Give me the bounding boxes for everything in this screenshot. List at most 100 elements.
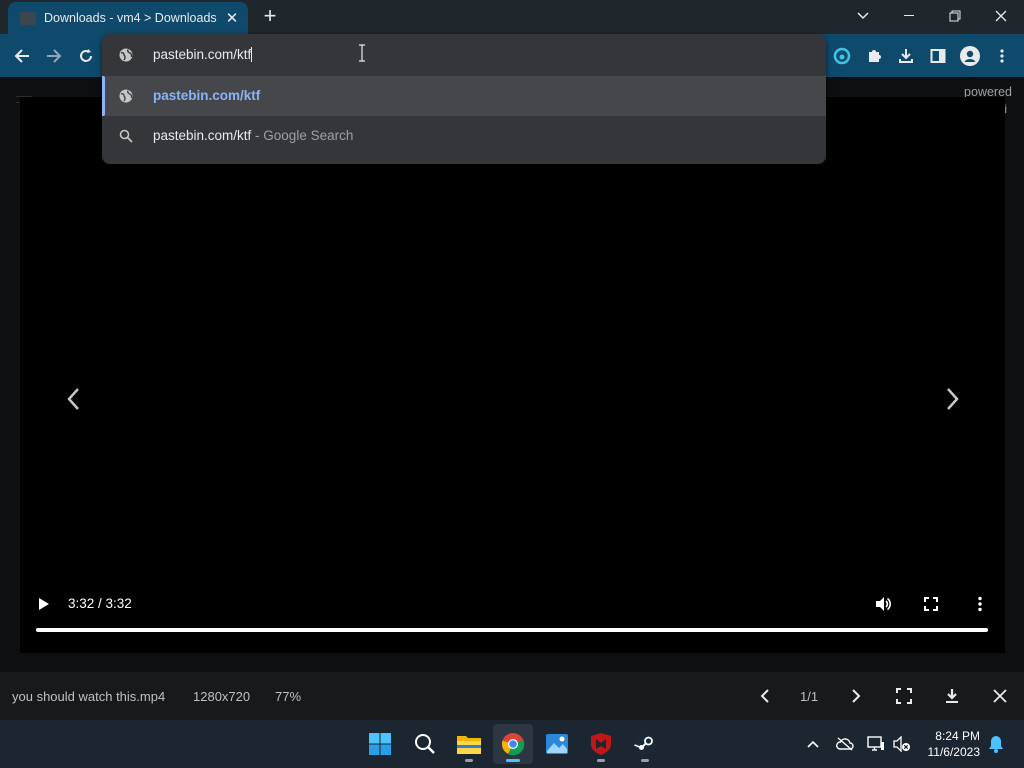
show-hidden-icons-button[interactable] — [803, 734, 823, 754]
omnibox-dropdown: pastebin.com/ktf pastebin.com/ktf pasteb… — [102, 34, 826, 164]
forward-button[interactable] — [40, 42, 68, 70]
back-button[interactable] — [8, 42, 36, 70]
next-arrow-icon[interactable] — [940, 385, 964, 413]
video-more-icon[interactable] — [977, 596, 983, 612]
globe-icon — [119, 48, 133, 62]
steam-button[interactable] — [625, 724, 665, 764]
arrow-left-icon — [14, 49, 29, 63]
steam-icon — [634, 733, 656, 755]
reload-icon — [80, 49, 92, 62]
suggestion-item[interactable]: pastebin.com/ktf - Google Search — [102, 116, 826, 156]
clock-time: 8:24 PM — [935, 729, 980, 743]
mcafee-button[interactable] — [581, 724, 621, 764]
running-indicator — [641, 759, 649, 762]
tab-title: Downloads - vm4 > Downloads — [44, 11, 217, 25]
browser-tab[interactable]: Downloads - vm4 > Downloads ✕ — [8, 2, 248, 34]
chevron-left-icon — [760, 689, 769, 703]
volume-icon[interactable] — [874, 595, 892, 613]
network-status[interactable] — [866, 734, 886, 754]
onedrive-status[interactable] — [835, 734, 855, 754]
close-icon — [993, 689, 1007, 703]
suggestion-item[interactable]: pastebin.com/ktf — [102, 76, 826, 116]
profile-button[interactable] — [956, 42, 984, 70]
suggestion-query: pastebin.com/ktf — [153, 128, 252, 143]
chevron-right-icon — [852, 689, 861, 703]
clock-date: 11/6/2023 — [927, 745, 981, 759]
selection-indicator — [102, 76, 105, 116]
globe-icon — [119, 89, 133, 103]
minimize-button[interactable] — [886, 0, 932, 32]
chevron-down-icon — [857, 12, 869, 20]
tab-close-icon[interactable]: ✕ — [222, 8, 242, 28]
photos-button[interactable] — [537, 724, 577, 764]
expand-button[interactable] — [892, 684, 916, 708]
folder-icon — [457, 736, 481, 754]
search-icon — [415, 734, 435, 754]
address-input-text: pastebin.com/ktf — [153, 47, 252, 62]
restore-button[interactable] — [932, 0, 978, 32]
bell-icon — [989, 736, 1003, 753]
chevron-up-icon — [807, 740, 819, 748]
taskbar: 8:24 PM 11/6/2023 — [0, 720, 1024, 768]
new-tab-button[interactable]: + — [258, 5, 282, 28]
file-name: you should watch this.mp4 — [12, 689, 166, 704]
active-indicator — [506, 759, 520, 762]
play-icon[interactable] — [37, 597, 51, 611]
address-bar[interactable]: pastebin.com/ktf — [102, 34, 826, 76]
running-indicator — [597, 759, 605, 762]
volume-muted-icon — [893, 736, 910, 752]
more-vert-icon — [1000, 49, 1004, 63]
download-icon — [946, 689, 958, 703]
address-input[interactable]: pastebin.com/ktf — [153, 47, 253, 62]
suggestion-description: - Google Search — [251, 128, 354, 143]
close-icon — [995, 10, 1007, 22]
chrome-button[interactable] — [493, 724, 533, 764]
video-player[interactable] — [20, 97, 1005, 653]
menu-button[interactable] — [988, 42, 1016, 70]
downloads-button[interactable] — [892, 42, 920, 70]
download-icon — [899, 49, 913, 63]
running-indicator — [465, 759, 473, 762]
suggestion-url: pastebin.com/ktf — [153, 88, 261, 103]
chrome-icon — [501, 733, 525, 756]
side-panel-icon — [930, 49, 946, 63]
notifications-button[interactable] — [986, 734, 1006, 754]
cloud-offline-icon — [836, 737, 854, 751]
folder-icon — [20, 11, 36, 25]
fullscreen-icon[interactable] — [924, 597, 938, 611]
expand-icon — [896, 688, 912, 704]
puzzle-icon — [869, 50, 881, 62]
mcafee-shield-icon — [591, 733, 611, 755]
arrow-right-icon — [47, 49, 62, 63]
extensions-button[interactable] — [860, 42, 888, 70]
download-file-button[interactable] — [940, 684, 964, 708]
page-counter: 1/1 — [800, 689, 819, 704]
close-window-button[interactable] — [978, 0, 1024, 32]
taskbar-search-button[interactable] — [405, 724, 445, 764]
video-progress-bar[interactable] — [36, 628, 988, 632]
tab-search-button[interactable] — [840, 0, 886, 32]
text-caret — [251, 47, 253, 62]
tab-strip: Downloads - vm4 > Downloads ✕ + — [0, 0, 1024, 34]
volume-status[interactable] — [892, 734, 912, 754]
previous-arrow-icon[interactable] — [62, 385, 86, 413]
extension-button[interactable] — [828, 42, 856, 70]
next-file-button[interactable] — [844, 684, 868, 708]
text-cursor-icon — [359, 44, 365, 62]
restore-icon — [949, 10, 961, 22]
avatar-icon — [960, 46, 980, 66]
reload-button[interactable] — [72, 42, 100, 70]
start-button[interactable] — [360, 724, 400, 764]
taskbar-clock[interactable]: 8:24 PM 11/6/2023 — [928, 728, 981, 760]
close-viewer-button[interactable] — [988, 684, 1012, 708]
zoom-level: 77% — [275, 689, 302, 704]
minimize-icon — [904, 15, 914, 16]
search-icon — [119, 129, 133, 143]
extension-logo-icon — [833, 47, 851, 65]
side-panel-button[interactable] — [924, 42, 952, 70]
windows-icon — [369, 733, 391, 755]
video-time: 3:32 / 3:32 — [68, 596, 132, 611]
file-explorer-button[interactable] — [449, 724, 489, 764]
previous-file-button[interactable] — [753, 684, 777, 708]
media-info-bar: you should watch this.mp4 1280x720 77% 1… — [0, 672, 1024, 720]
